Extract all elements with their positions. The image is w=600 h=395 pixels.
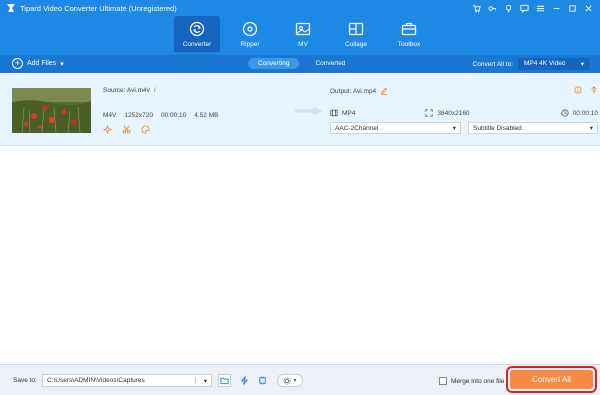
source-size: 4.52 MB <box>194 112 219 119</box>
toolbox-icon <box>401 22 417 36</box>
output-format: MP4 <box>342 109 356 117</box>
gear-icon <box>284 377 291 384</box>
chevron-down-icon: ▾ <box>580 61 584 68</box>
info-circle-icon[interactable] <box>574 86 582 94</box>
scissors-icon[interactable] <box>122 125 131 134</box>
convert-all-to-label: Convert All to: <box>472 60 513 68</box>
film-icon <box>330 109 338 117</box>
tab-converter[interactable]: Converter <box>174 16 220 52</box>
plus-icon: + <box>12 58 23 69</box>
tab-ripper[interactable]: Ripper <box>227 16 273 52</box>
tab-mv[interactable]: MV <box>280 16 326 52</box>
palette-icon[interactable] <box>141 125 150 134</box>
app-header: Tipard Video Converter Ultimate (Unregis… <box>0 0 600 55</box>
save-to-label: Save to: <box>13 377 37 384</box>
pin-icon[interactable] <box>590 86 598 94</box>
format-select[interactable]: MP4 4K Video ▾ <box>518 58 590 70</box>
tab-label: Converter <box>182 41 212 48</box>
source-meta: M4V 1252x720 00:00:10 4.52 MB <box>103 112 218 119</box>
chip-icon <box>259 376 266 385</box>
convert-all-to: Convert All to: MP4 4K Video ▾ <box>473 58 590 70</box>
convert-all-button[interactable]: Convert All <box>510 370 593 389</box>
merge-label: Merge into one file <box>451 377 505 385</box>
chat-icon[interactable] <box>516 2 532 14</box>
output-actions <box>574 86 598 94</box>
chevron-down-icon: ▾ <box>293 378 297 384</box>
menu-icon[interactable] <box>532 2 548 14</box>
sub-tabs: Converting Converted <box>248 58 355 69</box>
app-title: Tipard Video Converter Ultimate (Unregis… <box>20 4 177 13</box>
source-label: Source: Avi.m4v <box>103 87 150 94</box>
edit-pencil-icon[interactable] <box>380 87 388 95</box>
lightning-icon <box>240 376 249 385</box>
chevron-down-icon: ▾ <box>195 377 207 385</box>
chevron-down-icon[interactable]: ▾ <box>60 60 64 68</box>
merge-checkbox[interactable] <box>439 377 447 385</box>
toolbar: + Add Files ▾ Converting Converted Conve… <box>0 55 600 73</box>
tab-label: Ripper <box>240 41 260 48</box>
tab-converted[interactable]: Converted <box>305 58 355 69</box>
window-controls <box>468 2 596 14</box>
audio-select[interactable]: AAC-2Channel ▾ <box>330 122 461 134</box>
main-tabs: Converter Ripper MV Collage Toolbox <box>174 16 439 52</box>
output-name: Output: Avi.mp4 <box>330 87 388 95</box>
tab-collage[interactable]: Collage <box>333 16 379 52</box>
maximize-icon[interactable] <box>564 2 580 14</box>
hardware-accel-button[interactable] <box>238 374 251 387</box>
save-path-value: C:\Users\ADMIN\Videos\Captures <box>47 377 145 384</box>
tab-label: Toolbox <box>397 41 421 48</box>
bulb-icon[interactable] <box>500 2 516 14</box>
app-logo-icon <box>7 4 15 12</box>
add-files-label: Add Files <box>27 60 57 67</box>
subtitle-select[interactable]: Subtitle Disabled ▾ <box>468 122 598 134</box>
tab-label: MV <box>298 41 308 48</box>
clock-icon <box>561 109 569 117</box>
output-label: Output: Avi.mp4 <box>330 87 377 95</box>
add-files-button[interactable]: + Add Files ▾ <box>12 58 64 69</box>
key-icon[interactable] <box>484 2 500 14</box>
source-resolution: 1252x720 <box>124 112 153 119</box>
chevron-down-icon: ▾ <box>589 125 593 132</box>
file-item: Source: Avi.m4v i M4V 1252x720 00:00:10 … <box>0 74 600 146</box>
source-duration: 00:00:10 <box>160 112 187 119</box>
enhance-icon[interactable] <box>103 125 112 134</box>
subtitle-value: Subtitle Disabled <box>473 124 522 132</box>
info-icon[interactable]: i <box>154 87 156 94</box>
ripper-icon <box>242 21 258 37</box>
source-format: M4V <box>103 112 117 119</box>
tab-label: Collage <box>344 41 368 48</box>
close-icon[interactable] <box>580 2 596 14</box>
settings-button[interactable]: ▾ <box>277 374 303 387</box>
resolution-icon <box>425 109 433 117</box>
open-folder-button[interactable] <box>218 374 231 387</box>
format-value: MP4 4K Video <box>524 60 566 67</box>
audio-value: AAC-2Channel <box>335 124 379 132</box>
video-thumbnail[interactable] <box>12 88 91 133</box>
output-resolution: 3840x2160 <box>437 109 470 117</box>
output-duration: 00:00:10 <box>572 109 598 117</box>
mv-icon <box>295 22 311 36</box>
output-settings: MP4 3840x2160 00:00:10 <box>330 109 598 117</box>
cart-icon[interactable] <box>468 2 484 14</box>
minimize-icon[interactable] <box>548 2 564 14</box>
source-name: Source: Avi.m4v i <box>103 87 156 94</box>
arrow-right-icon <box>295 107 323 115</box>
collage-icon <box>348 22 364 36</box>
folder-icon <box>220 377 229 385</box>
converter-icon <box>189 21 205 37</box>
gpu-button[interactable] <box>256 374 269 387</box>
chevron-down-icon: ▾ <box>452 125 456 132</box>
tab-toolbox[interactable]: Toolbox <box>386 16 432 52</box>
merge-option[interactable]: Merge into one file <box>439 377 504 385</box>
edit-tools <box>103 125 150 134</box>
save-path-select[interactable]: C:\Users\ADMIN\Videos\Captures ▾ <box>42 374 212 387</box>
tab-converting[interactable]: Converting <box>248 58 300 69</box>
